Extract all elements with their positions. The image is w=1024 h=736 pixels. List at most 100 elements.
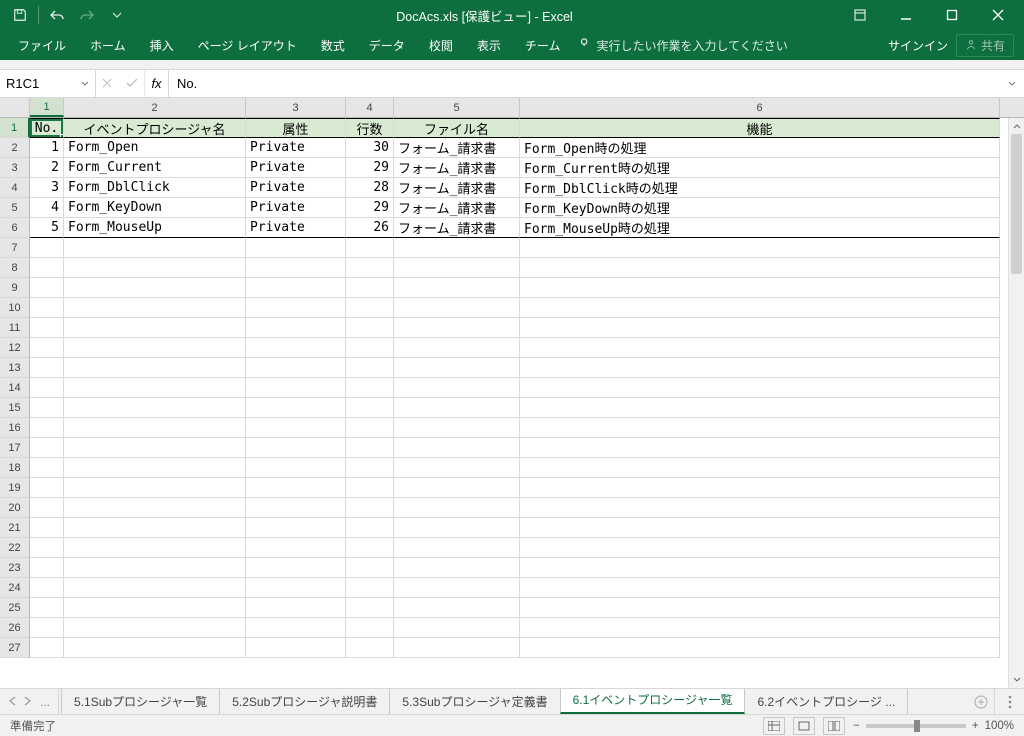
cell[interactable]: 30 [346, 138, 394, 158]
zoom-slider[interactable] [866, 724, 966, 728]
cell[interactable]: 2 [30, 158, 64, 178]
cell[interactable]: Private [246, 138, 346, 158]
cell[interactable] [520, 638, 1000, 658]
cell[interactable] [246, 398, 346, 418]
cell[interactable]: 行数 [346, 118, 394, 138]
cell[interactable]: 5 [30, 218, 64, 238]
sheet-menu-icon[interactable] [994, 689, 1024, 714]
row-header[interactable]: 19 [0, 478, 30, 498]
cell[interactable] [246, 418, 346, 438]
cell[interactable]: Form_Current [64, 158, 246, 178]
cell[interactable] [64, 378, 246, 398]
cell[interactable] [520, 538, 1000, 558]
cell[interactable]: Form_DblClick [64, 178, 246, 198]
cell[interactable] [346, 278, 394, 298]
cell[interactable] [520, 438, 1000, 458]
tell-me-input[interactable]: 実行したい作業を入力してください [578, 37, 787, 54]
cell[interactable] [346, 478, 394, 498]
cell[interactable] [394, 258, 520, 278]
row-header[interactable]: 12 [0, 338, 30, 358]
row-header[interactable]: 7 [0, 238, 30, 258]
cell[interactable] [30, 538, 64, 558]
cell[interactable] [64, 258, 246, 278]
cell[interactable]: 29 [346, 198, 394, 218]
cell[interactable] [394, 618, 520, 638]
scroll-up-icon[interactable] [1009, 118, 1024, 134]
column-header[interactable]: 3 [246, 98, 346, 117]
cell[interactable] [394, 338, 520, 358]
cell[interactable] [30, 258, 64, 278]
cell[interactable] [394, 498, 520, 518]
cell[interactable]: Form_Open [64, 138, 246, 158]
cell[interactable] [30, 558, 64, 578]
cell[interactable] [520, 498, 1000, 518]
sheet-tab[interactable]: 6.1イベントプロシージャ一覧 [560, 689, 746, 714]
cell[interactable]: フォーム_請求書 [394, 218, 520, 238]
cell[interactable] [394, 558, 520, 578]
cell[interactable] [246, 258, 346, 278]
new-sheet-icon[interactable] [968, 689, 994, 714]
tab-formulas[interactable]: 数式 [309, 30, 357, 60]
cell[interactable]: Private [246, 218, 346, 238]
cell[interactable] [246, 318, 346, 338]
page-break-view-icon[interactable] [823, 717, 845, 735]
signin-link[interactable]: サインイン [888, 37, 948, 54]
cell[interactable] [246, 558, 346, 578]
cell[interactable] [64, 458, 246, 478]
cell[interactable] [64, 318, 246, 338]
cell[interactable]: Private [246, 198, 346, 218]
cell[interactable] [520, 278, 1000, 298]
row-header[interactable]: 16 [0, 418, 30, 438]
cell[interactable]: イベントプロシージャ名 [64, 118, 246, 138]
cell[interactable]: Private [246, 178, 346, 198]
cell[interactable] [30, 618, 64, 638]
zoom-out-icon[interactable]: − [853, 720, 860, 732]
cell[interactable]: Form_KeyDown時の処理 [520, 198, 1000, 218]
qat-customize-icon[interactable] [103, 2, 131, 28]
column-header[interactable]: 6 [520, 98, 1000, 117]
cell[interactable] [346, 398, 394, 418]
zoom-slider-knob[interactable] [914, 720, 920, 732]
grid-body[interactable]: 1No.イベントプロシージャ名属性行数ファイル名機能21Form_OpenPri… [0, 118, 1024, 688]
cancel-icon[interactable] [102, 75, 112, 93]
cell[interactable] [520, 618, 1000, 638]
row-header[interactable]: 11 [0, 318, 30, 338]
row-header[interactable]: 9 [0, 278, 30, 298]
cell[interactable] [346, 378, 394, 398]
cell[interactable] [246, 298, 346, 318]
row-header[interactable]: 2 [0, 138, 30, 158]
cell[interactable] [520, 378, 1000, 398]
cell[interactable]: フォーム_請求書 [394, 138, 520, 158]
cell[interactable] [520, 578, 1000, 598]
cell[interactable] [520, 358, 1000, 378]
cell[interactable] [64, 618, 246, 638]
cell[interactable] [346, 578, 394, 598]
cell[interactable] [246, 618, 346, 638]
cell[interactable] [520, 238, 1000, 258]
row-header[interactable]: 14 [0, 378, 30, 398]
cell[interactable]: 3 [30, 178, 64, 198]
cell[interactable] [394, 238, 520, 258]
cell[interactable] [346, 558, 394, 578]
select-all-corner[interactable] [0, 98, 30, 117]
cell[interactable] [64, 438, 246, 458]
row-header[interactable]: 17 [0, 438, 30, 458]
cell[interactable] [394, 278, 520, 298]
cell[interactable] [346, 638, 394, 658]
cell[interactable]: Form_DblClick時の処理 [520, 178, 1000, 198]
cell[interactable] [346, 458, 394, 478]
cell[interactable] [246, 518, 346, 538]
cell[interactable]: Form_KeyDown [64, 198, 246, 218]
cell[interactable] [246, 338, 346, 358]
cell[interactable] [30, 598, 64, 618]
row-header[interactable]: 27 [0, 638, 30, 658]
cell[interactable] [394, 578, 520, 598]
cell[interactable] [30, 638, 64, 658]
undo-icon[interactable] [43, 2, 71, 28]
share-button[interactable]: 共有 [956, 34, 1014, 57]
cell[interactable]: 28 [346, 178, 394, 198]
cell[interactable]: No. [30, 118, 64, 138]
row-header[interactable]: 1 [0, 118, 30, 138]
cell[interactable] [246, 458, 346, 478]
cell[interactable] [246, 478, 346, 498]
